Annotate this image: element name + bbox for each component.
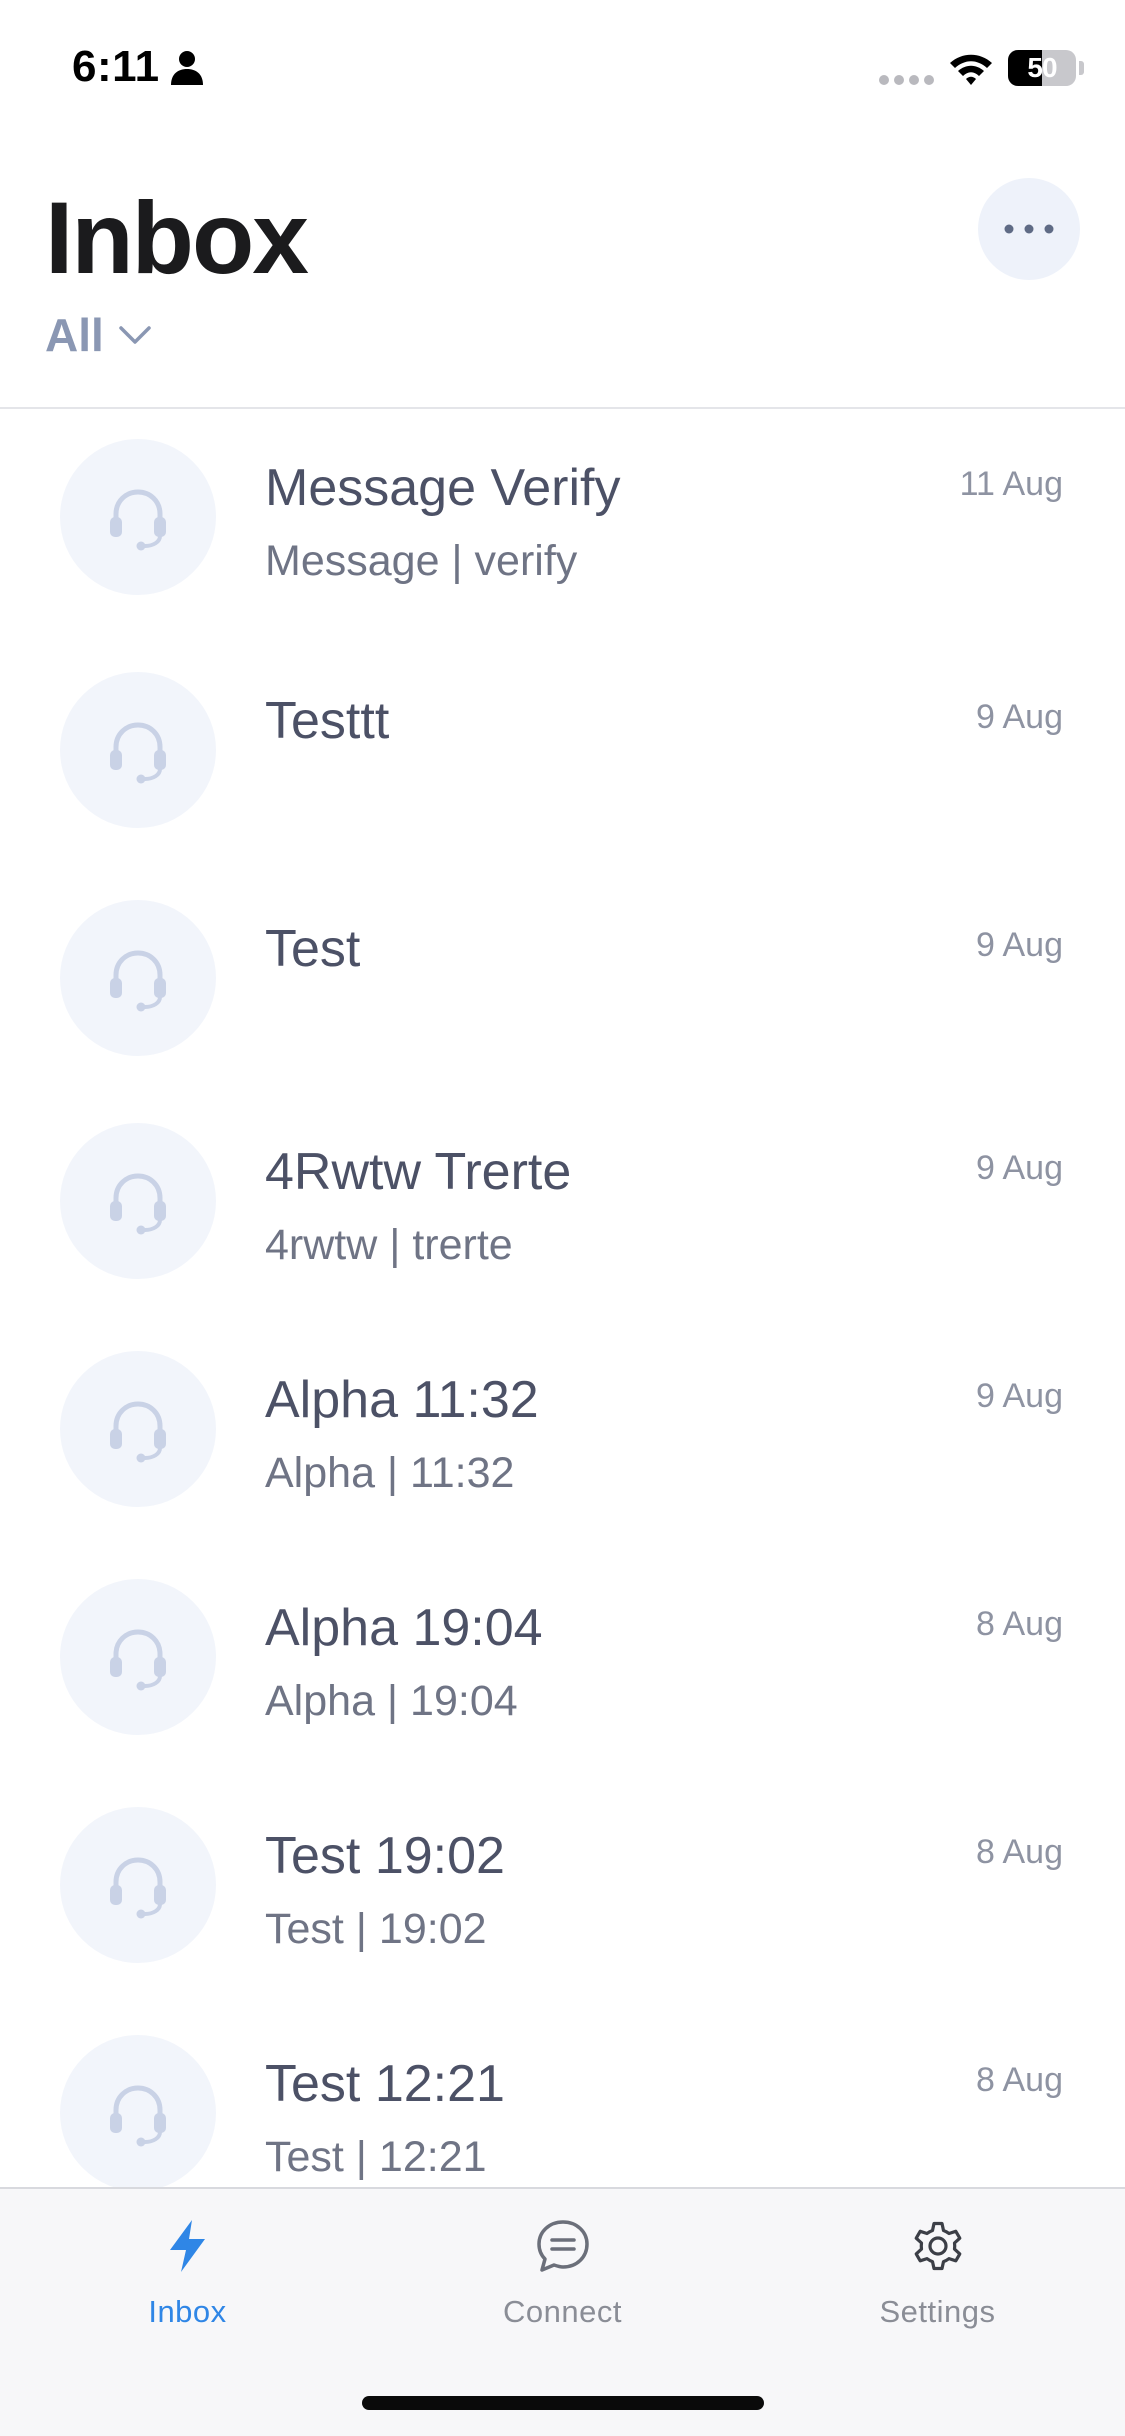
home-indicator <box>362 2396 764 2410</box>
avatar <box>60 1807 216 1963</box>
conversation-title: 4Rwtw Trerte <box>265 1143 572 1201</box>
headset-icon <box>110 722 166 784</box>
conversation-date: 8 Aug <box>976 1833 1063 1871</box>
headset-icon <box>110 489 166 551</box>
conversation-subtitle: Message | verify <box>265 537 578 585</box>
conversation-item[interactable]: Testtt 9 Aug <box>0 642 1125 842</box>
avatar <box>60 439 216 595</box>
avatar <box>60 1351 216 1507</box>
conversation-list[interactable]: Message Verify Message | verify 11 Aug Test… <box>0 409 1125 2187</box>
conversation-item[interactable]: Test 19:02 Test | 19:02 8 Aug <box>0 1777 1125 1977</box>
avatar <box>60 2035 216 2187</box>
tab-connect-label: Connect <box>503 2294 622 2329</box>
conversation-date: 9 Aug <box>976 1377 1063 1415</box>
conversation-item[interactable]: Alpha 11:32 Alpha | 11:32 9 Aug <box>0 1321 1125 1521</box>
conversation-item[interactable]: Alpha 19:04 Alpha | 19:04 8 Aug <box>0 1549 1125 1749</box>
headset-icon <box>110 950 166 1012</box>
headset-icon <box>110 1173 166 1235</box>
conversation-subtitle: Test | 19:02 <box>265 1905 487 1953</box>
conversation-title: Alpha 11:32 <box>265 1371 539 1429</box>
ellipsis-icon <box>1004 224 1054 234</box>
headset-icon <box>110 2085 166 2147</box>
conversation-item[interactable]: Test 12:21 Test | 12:21 8 Aug <box>0 2005 1125 2187</box>
headset-icon <box>110 1401 166 1463</box>
conversation-title: Test <box>265 920 361 978</box>
chevron-down-icon <box>119 326 151 344</box>
battery-cap <box>1079 61 1084 75</box>
conversation-subtitle: Alpha | 11:32 <box>265 1449 515 1497</box>
lightning-icon <box>170 2220 205 2272</box>
headset-icon <box>110 1857 166 1919</box>
conversation-subtitle: Alpha | 19:04 <box>265 1677 518 1725</box>
tab-connect[interactable]: Connect <box>375 2189 750 2349</box>
conversation-date: 9 Aug <box>976 698 1063 736</box>
conversation-date: 11 Aug <box>959 465 1063 503</box>
chat-bubble-icon <box>537 2220 589 2272</box>
conversation-subtitle: 4rwtw | trerte <box>265 1221 513 1269</box>
avatar <box>60 1123 216 1279</box>
conversation-title: Testtt <box>265 692 390 750</box>
conversation-title: Test 12:21 <box>265 2055 505 2113</box>
tab-inbox-label: Inbox <box>148 2294 227 2329</box>
conversation-date: 9 Aug <box>976 1149 1063 1187</box>
app-root: 6:11 50 Inbox All Message Verify Message… <box>0 0 1125 2436</box>
conversation-date: 8 Aug <box>976 1605 1063 1643</box>
conversation-item[interactable]: Test 9 Aug <box>0 870 1125 1070</box>
conversation-title: Test 19:02 <box>265 1827 505 1885</box>
avatar <box>60 900 216 1056</box>
more-options-button[interactable] <box>978 178 1080 280</box>
filter-dropdown[interactable]: All <box>45 305 152 365</box>
gear-icon <box>914 2221 962 2271</box>
avatar <box>60 672 216 828</box>
headset-icon <box>110 1629 166 1691</box>
filter-label: All <box>45 309 104 361</box>
wifi-icon <box>950 54 992 85</box>
conversation-item[interactable]: 4Rwtw Trerte 4rwtw | trerte 9 Aug <box>0 1093 1125 1293</box>
battery-percent: 50 <box>1027 52 1057 83</box>
tab-settings[interactable]: Settings <box>750 2189 1125 2349</box>
tab-inbox[interactable]: Inbox <box>0 2189 375 2349</box>
status-bar: 6:11 50 <box>0 0 1125 140</box>
conversation-title: Message Verify <box>265 459 621 517</box>
conversation-title: Alpha 19:04 <box>265 1599 543 1657</box>
conversation-item[interactable]: Message Verify Message | verify 11 Aug <box>0 409 1125 609</box>
conversation-subtitle: Test | 12:21 <box>265 2133 487 2181</box>
page-title: Inbox <box>45 181 309 295</box>
conversation-date: 9 Aug <box>976 926 1063 964</box>
status-time: 6:11 <box>72 42 160 91</box>
battery-icon: 50 <box>1008 50 1076 86</box>
tab-settings-label: Settings <box>879 2294 996 2329</box>
avatar <box>60 1579 216 1735</box>
person-icon <box>171 51 203 85</box>
conversation-date: 8 Aug <box>976 2061 1063 2099</box>
cellular-signal-icon <box>879 75 934 85</box>
